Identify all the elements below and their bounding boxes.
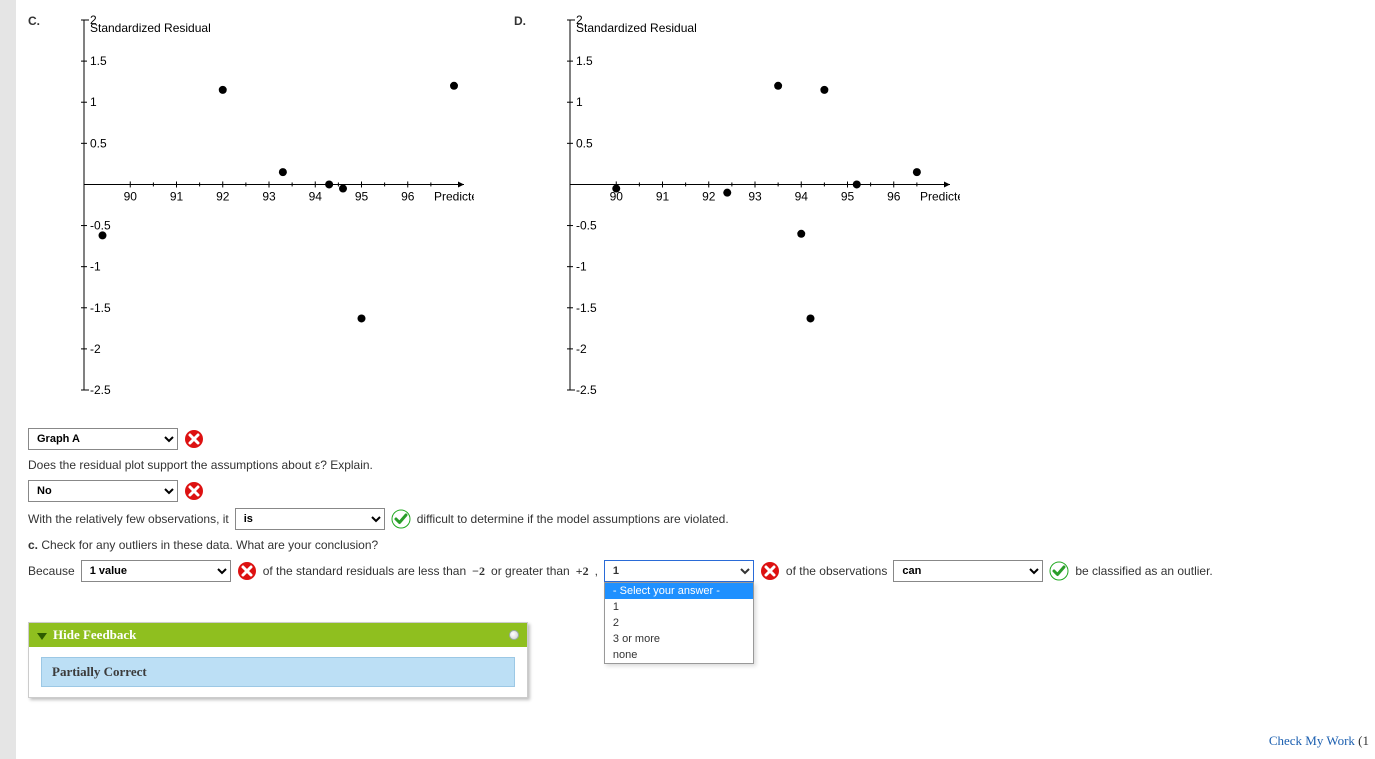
chart-c: 90 91 92 93 94 95 96 Predicted y -2.5 -2 -1.5 -1 -0.… (54, 10, 474, 410)
triangle-down-icon (37, 633, 47, 640)
dropdown-option-placeholder[interactable]: - Select your answer - (605, 583, 753, 599)
chart-letter-d: D. (514, 10, 534, 28)
is-select[interactable]: is (235, 508, 385, 530)
svg-text:95: 95 (841, 189, 855, 203)
chart-d: 90919293949596Predicted y-2.5-2-1.5-1-0.… (540, 10, 960, 410)
correct-icon (1049, 561, 1069, 581)
outlier-line: Because 1 value of the standard residual… (28, 560, 1363, 582)
svg-text:Predicted y: Predicted y (920, 189, 960, 203)
text: or greater than (491, 564, 570, 578)
can-select[interactable]: can (893, 560, 1043, 582)
svg-text:94: 94 (795, 189, 809, 203)
check-my-work-text: Check My Work (1269, 733, 1355, 748)
dropdown-option-3-or-more[interactable]: 3 or more (605, 631, 753, 647)
svg-text:91: 91 (170, 189, 184, 203)
text: difficult to determine if the model assu… (417, 512, 729, 526)
svg-text:93: 93 (262, 189, 276, 203)
chart-block-c: C. 90 91 92 93 94 95 96 Predicted y -2.5 -2 -1.5 -1… (28, 10, 474, 410)
charts-row: C. 90 91 92 93 94 95 96 Predicted y -2.5 -2 -1.5 -1… (28, 10, 1363, 410)
svg-text:1: 1 (576, 95, 583, 109)
comma: , (595, 564, 598, 578)
incorrect-icon (237, 561, 257, 581)
svg-text:-1.5: -1.5 (576, 301, 597, 315)
feedback-body: Partially Correct (29, 647, 527, 697)
svg-text:-1: -1 (576, 260, 587, 274)
question-support: Does the residual plot support the assum… (28, 458, 1363, 472)
check-my-work-count: (1 (1358, 733, 1369, 748)
observation-count-dropdown: - Select your answer - 1 2 3 or more non… (604, 582, 754, 664)
part-c-label: c. (28, 538, 38, 552)
support-select-line: No (28, 480, 1363, 502)
feedback-header-text: Hide Feedback (53, 627, 136, 642)
svg-text:92: 92 (216, 189, 230, 203)
text: of the observations (786, 564, 887, 578)
svg-text:-0.5: -0.5 (576, 219, 597, 233)
check-my-work-link[interactable]: Check My Work (1 (1269, 733, 1369, 749)
observation-count-select[interactable]: 1 (604, 560, 754, 582)
svg-text:1: 1 (90, 95, 97, 109)
svg-text:90: 90 (124, 189, 138, 203)
main-content: C. 90 91 92 93 94 95 96 Predicted y -2.5 -2 -1.5 -1… (16, 0, 1375, 759)
svg-text:Standardized Residual: Standardized Residual (90, 21, 211, 35)
svg-text:92: 92 (702, 189, 716, 203)
dropdown-option-2[interactable]: 2 (605, 615, 753, 631)
svg-text:93: 93 (748, 189, 762, 203)
svg-text:1.5: 1.5 (576, 54, 593, 68)
observations-line: With the relatively few observations, it… (28, 508, 1363, 530)
svg-text:0.5: 0.5 (576, 136, 593, 150)
correct-icon (391, 509, 411, 529)
dropdown-option-none[interactable]: none (605, 647, 753, 663)
svg-text:-2: -2 (90, 342, 101, 356)
text: be classified as an outlier. (1075, 564, 1212, 578)
incorrect-icon (184, 429, 204, 449)
text: With the relatively few observations, it (28, 512, 229, 526)
neg-2: −2 (472, 564, 485, 579)
value-count-select[interactable]: 1 value (81, 560, 231, 582)
svg-text:0.5: 0.5 (90, 136, 107, 150)
svg-text:Predicted y: Predicted y (434, 189, 474, 203)
svg-text:95: 95 (355, 189, 369, 203)
feedback-status: Partially Correct (41, 657, 515, 687)
svg-text:-1: -1 (90, 260, 101, 274)
text: of the standard residuals are less than (263, 564, 466, 578)
graph-select-line: Graph A (28, 428, 1363, 450)
feedback-header[interactable]: Hide Feedback (29, 623, 527, 647)
left-gutter (0, 0, 16, 759)
text: Because (28, 564, 75, 578)
svg-text:96: 96 (401, 189, 415, 203)
svg-text:-0.5: -0.5 (90, 219, 111, 233)
svg-text:94: 94 (309, 189, 323, 203)
svg-text:1.5: 1.5 (90, 54, 107, 68)
part-c-text: c. Check for any outliers in these data.… (28, 538, 1363, 552)
pos-2: +2 (576, 564, 589, 579)
svg-text:91: 91 (656, 189, 670, 203)
chart-block-d: D. 90919293949596Predicted y-2.5-2-1.5-1… (514, 10, 960, 410)
feedback-dot-icon (509, 630, 519, 640)
svg-text:96: 96 (887, 189, 901, 203)
feedback-panel: Hide Feedback Partially Correct (28, 622, 528, 698)
graph-select[interactable]: Graph A (28, 428, 178, 450)
svg-text:-1.5: -1.5 (90, 301, 111, 315)
incorrect-icon (760, 561, 780, 581)
support-select[interactable]: No (28, 480, 178, 502)
svg-text:-2: -2 (576, 342, 587, 356)
incorrect-icon (184, 481, 204, 501)
svg-text:Standardized Residual: Standardized Residual (576, 21, 697, 35)
svg-text:-2.5: -2.5 (90, 383, 111, 397)
part-c-question: Check for any outliers in these data. Wh… (41, 538, 378, 552)
dropdown-option-1[interactable]: 1 (605, 599, 753, 615)
chart-letter-c: C. (28, 10, 48, 28)
svg-text:-2.5: -2.5 (576, 383, 597, 397)
